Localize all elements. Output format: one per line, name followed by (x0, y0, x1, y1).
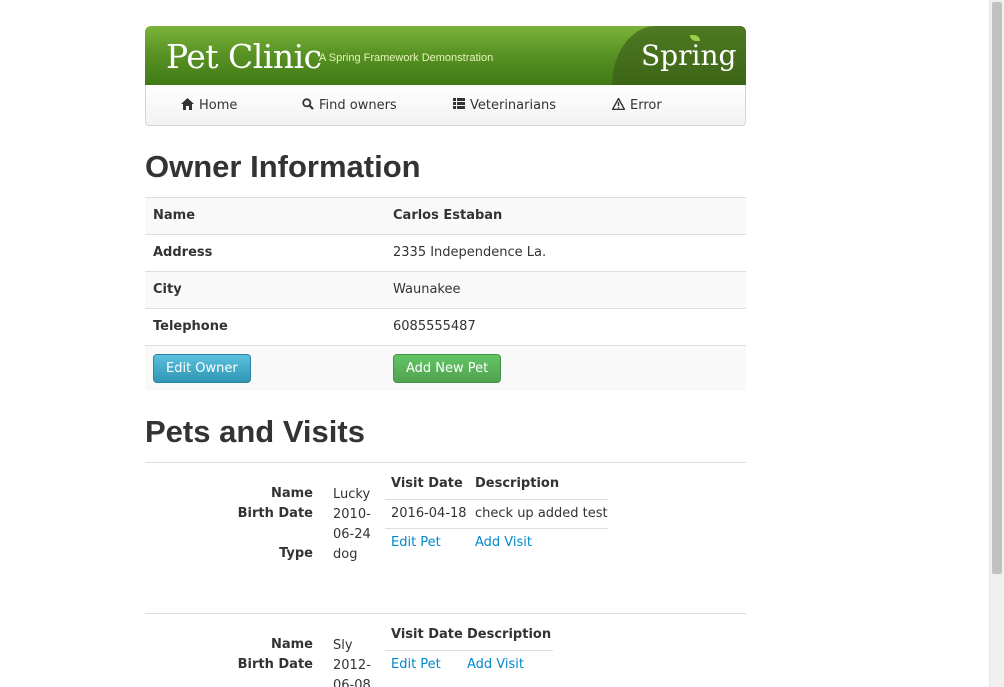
nav-error[interactable]: Error (611, 85, 662, 125)
owner-info-table: Name Carlos Estaban Address 2335 Indepen… (145, 197, 746, 391)
divider (385, 499, 608, 500)
owner-telephone-value: 6085555487 (393, 319, 476, 334)
nav-veterinarians-label: Veterinarians (470, 97, 557, 113)
owner-name-label: Name (153, 208, 196, 223)
brand-title: Pet Clinic (166, 37, 322, 76)
visit-description-header: Description (475, 476, 560, 491)
header-banner: Pet Clinic A Spring Framework Demonstrat… (145, 26, 746, 85)
pet-details-labels: Name Birth Date (145, 637, 313, 687)
pet-name-label: Name (270, 637, 313, 652)
nav-veterinarians[interactable]: Veterinarians (453, 85, 556, 125)
visit-date-header: Visit Date (391, 476, 463, 491)
pet-birth-date-label: Birth Date (237, 657, 313, 672)
add-new-pet-button[interactable]: Add New Pet (393, 354, 502, 383)
visit-date-header: Visit Date (391, 627, 463, 642)
nav-find-owners[interactable]: Find owners (302, 85, 397, 125)
brand-tagline: A Spring Framework Demonstration (319, 52, 494, 64)
scrollbar-thumb[interactable] (992, 2, 1002, 574)
nav-home[interactable]: Home (181, 85, 237, 125)
owner-telephone-label: Telephone (153, 319, 228, 334)
add-visit-link[interactable]: Add Visit (467, 657, 524, 672)
divider (145, 462, 746, 463)
visit-description-header: Description (467, 627, 552, 642)
nav-find-owners-label: Find owners (319, 97, 397, 113)
pet-birth-date-label: Birth Date (237, 506, 313, 521)
pet-name-label: Name (270, 486, 313, 501)
home-icon (181, 97, 194, 113)
edit-owner-button[interactable]: Edit Owner (153, 354, 251, 383)
pet-birth-date-part: 06-08 (333, 678, 371, 687)
pet-birth-date-part: 2010- (333, 507, 371, 522)
owner-city-value: Waunakee (393, 282, 461, 297)
add-visit-link[interactable]: Add Visit (475, 535, 532, 550)
edit-pet-link[interactable]: Edit Pet (391, 657, 441, 672)
owner-row: Name Carlos Estaban (145, 197, 746, 234)
owner-row: Telephone 6085555487 (145, 308, 746, 345)
owner-row: Address 2335 Independence La. (145, 234, 746, 271)
list-icon (453, 98, 465, 112)
main-navbar: Home Find owners Veterinarians Error (145, 85, 746, 126)
owner-address-value: 2335 Independence La. (393, 245, 547, 260)
divider (385, 650, 553, 651)
pet-type-value: dog (333, 547, 358, 562)
owner-city-label: City (153, 282, 182, 297)
pet-details-labels: Name Birth Date Type (145, 486, 313, 576)
pet-birth-date-part: 2012- (333, 658, 371, 673)
owner-address-label: Address (153, 245, 213, 260)
divider (385, 528, 608, 529)
search-icon (302, 97, 314, 113)
vertical-scrollbar[interactable] (989, 0, 1004, 687)
nav-home-label: Home (199, 97, 238, 113)
warning-icon (611, 96, 626, 113)
pet-type-label: Type (279, 546, 313, 561)
owner-actions-row: Edit Owner Add New Pet (145, 345, 746, 391)
pet-name-value: Sly (333, 638, 353, 653)
pet-birth-date-part: 06-24 (333, 527, 371, 542)
owner-row: City Waunakee (145, 271, 746, 308)
owner-heading: Owner Information (145, 149, 421, 184)
visit-date: 2016-04-18 (391, 506, 467, 521)
owner-name-value: Carlos Estaban (393, 208, 503, 223)
pets-heading: Pets and Visits (145, 414, 365, 449)
visits-table: Visit Date Description 2016-04-18 check … (385, 476, 608, 566)
nav-error-label: Error (630, 97, 662, 113)
visits-table: Visit Date Description Edit Pet Add Visi… (385, 627, 553, 677)
pet-name-value: Lucky (333, 487, 371, 502)
visit-description: check up added test (475, 506, 608, 521)
spring-logo: Spring (641, 39, 737, 72)
edit-pet-link[interactable]: Edit Pet (391, 535, 441, 550)
divider (145, 613, 746, 614)
